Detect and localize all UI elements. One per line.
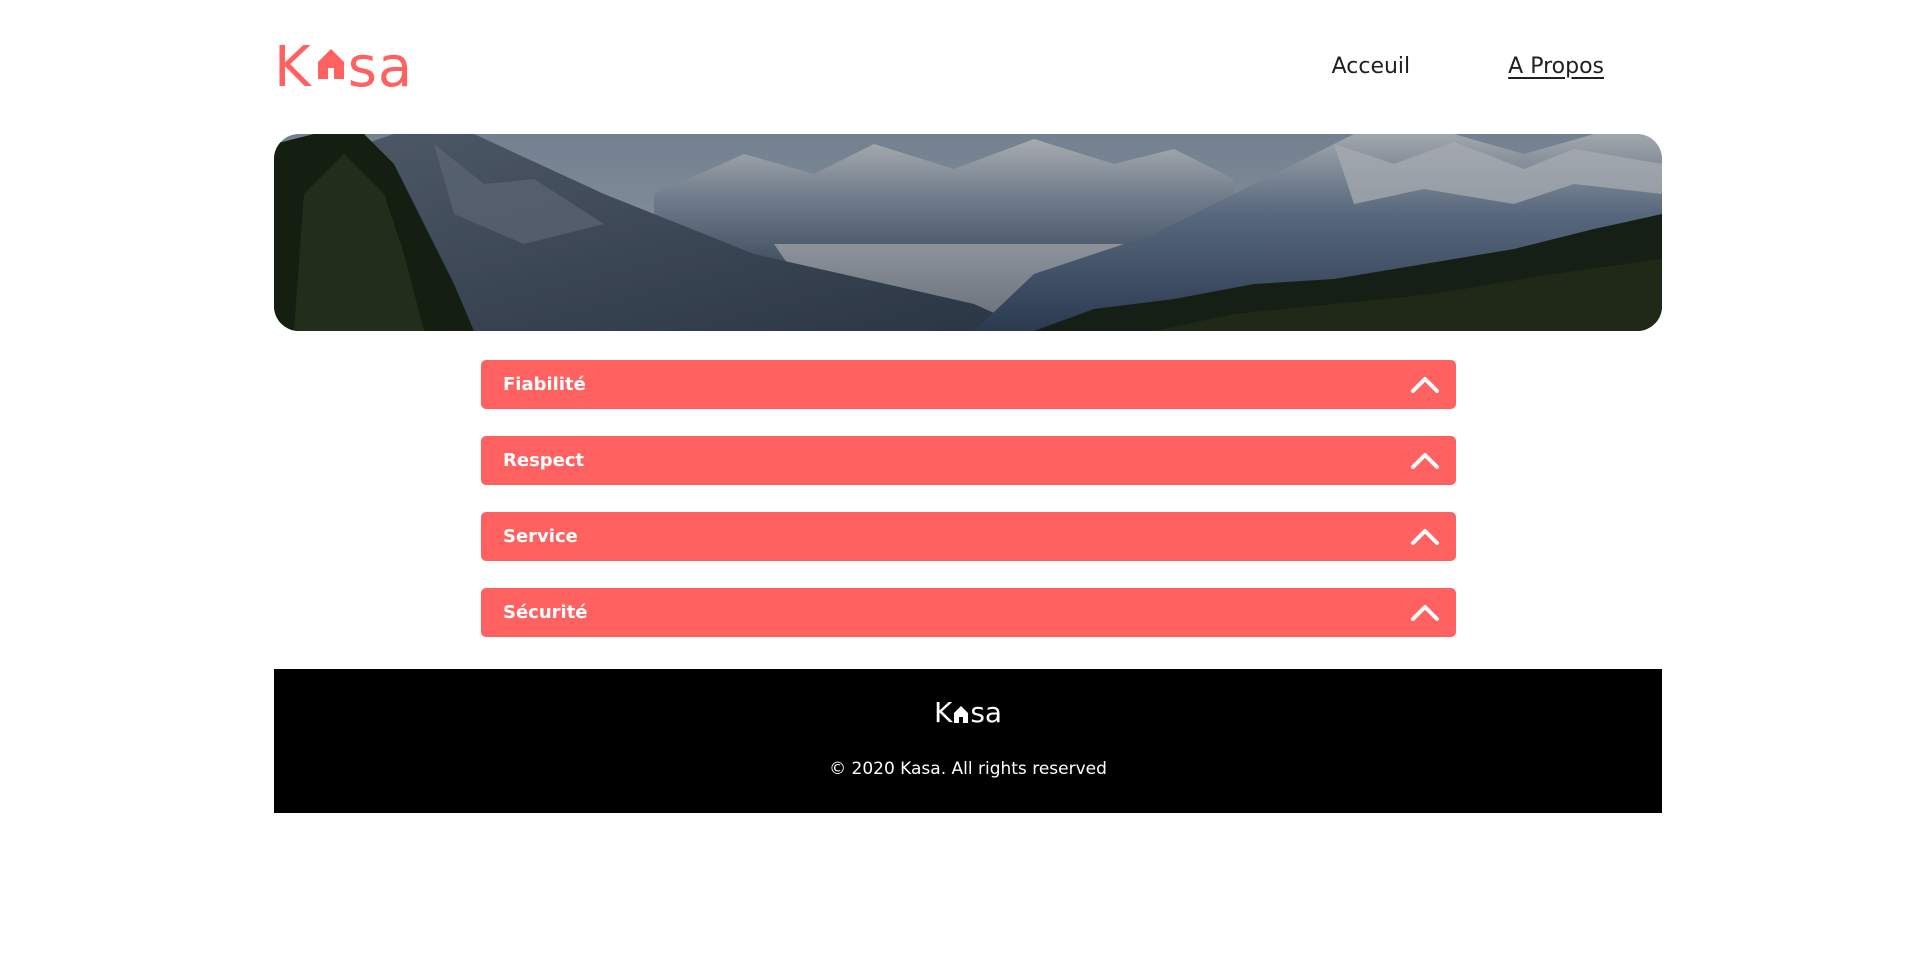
chevron-up-icon[interactable] [1409, 524, 1441, 548]
kasa-logo[interactable]: K sa [274, 38, 413, 96]
collapse-service[interactable]: Service [481, 512, 1456, 561]
collapse-respect[interactable]: Respect [481, 436, 1456, 485]
chevron-up-icon[interactable] [1409, 448, 1441, 472]
copyright-text: © 2020 Kasa. All rights reserved [829, 759, 1107, 779]
house-icon [953, 697, 969, 733]
collapse-fiabilite[interactable]: Fiabilité [481, 360, 1456, 409]
nav-link-home[interactable]: Acceuil [1332, 54, 1411, 79]
footer-logo: Ksa [274, 695, 1662, 733]
house-icon [316, 34, 346, 90]
nav-link-about[interactable]: A Propos [1508, 54, 1604, 79]
banner-image [274, 134, 1662, 331]
values-section: Fiabilité Respect Service Sécurité [481, 360, 1456, 664]
site-footer: Ksa © 2020 Kasa. All rights reserved [274, 669, 1662, 813]
main-nav: Acceuil A Propos [1332, 54, 1604, 79]
footer-logo-letters-sa: sa [970, 696, 1003, 729]
chevron-up-icon[interactable] [1409, 600, 1441, 624]
site-header: K sa Acceuil A Propos [274, 38, 1662, 96]
chevron-up-icon[interactable] [1409, 372, 1441, 396]
collapse-title: Fiabilité [503, 374, 586, 395]
collapse-title: Respect [503, 450, 585, 471]
footer-logo-letter-k: K [933, 696, 953, 729]
collapse-securite[interactable]: Sécurité [481, 588, 1456, 637]
collapse-title: Service [503, 526, 578, 547]
logo-letter-k: K [274, 35, 312, 100]
collapse-title: Sécurité [503, 602, 588, 623]
logo-letters-sa: sa [347, 35, 414, 100]
about-page: K sa Acceuil A Propos Fiabilité Respect … [0, 0, 1920, 979]
